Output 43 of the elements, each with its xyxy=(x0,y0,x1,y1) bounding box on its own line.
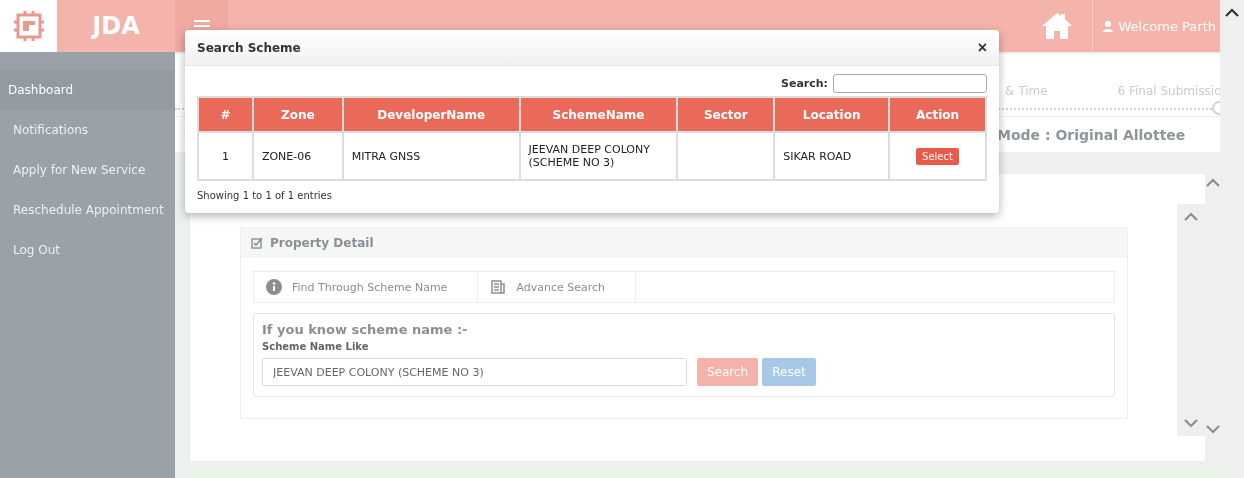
building-icon xyxy=(490,279,507,295)
column-header: # xyxy=(198,97,253,132)
column-header: Action xyxy=(889,97,986,132)
table-cell: MITRA GNSS xyxy=(342,132,520,180)
column-header: SchemeName xyxy=(519,97,678,132)
entries-info: Showing 1 to 1 of 1 entries xyxy=(196,189,333,203)
column-header: DeveloperName xyxy=(342,97,520,132)
brand-name: JDA xyxy=(90,11,141,42)
mode-text: Mode : Original Allottee xyxy=(997,126,1186,143)
column-header: Zone xyxy=(252,97,343,132)
logo-icon xyxy=(13,11,44,41)
column-header: Sector xyxy=(677,97,775,132)
sidebar-item[interactable]: Dashboard xyxy=(0,70,175,110)
column-header: Location xyxy=(774,97,890,132)
checkbox-icon xyxy=(251,237,263,249)
sidebar-item[interactable]: Reschedule Appointment xyxy=(0,190,175,230)
select-button[interactable]: Select xyxy=(916,147,959,165)
sidebar-item[interactable]: Apply for New Service xyxy=(0,150,175,190)
table-cell: ZONE-06 xyxy=(252,132,343,180)
search-field[interactable] xyxy=(833,74,987,93)
search-label: Search: xyxy=(781,77,828,90)
search-tab[interactable]: Find Through Scheme Name xyxy=(292,280,448,294)
table-cell: 1 xyxy=(198,132,253,180)
section-heading: If you know scheme name :- xyxy=(262,322,469,337)
info-icon xyxy=(266,279,282,295)
sidebar-item[interactable]: Notifications xyxy=(0,110,175,150)
search-button[interactable]: Search xyxy=(697,358,759,386)
scroll-up-icon[interactable] xyxy=(1225,8,1239,17)
field-label: Scheme Name Like xyxy=(262,341,370,352)
close-button[interactable]: × xyxy=(977,38,987,57)
dialog-title: Search Scheme xyxy=(197,40,301,55)
sidebar-item[interactable]: Log Out xyxy=(0,230,175,270)
user-icon xyxy=(1102,20,1113,32)
home-icon[interactable] xyxy=(1041,12,1073,40)
card-title: Property Detail xyxy=(270,236,374,250)
search-tab[interactable]: Advance Search xyxy=(516,280,605,294)
scroll-down-icon[interactable] xyxy=(1206,425,1220,434)
reset-button[interactable]: Reset xyxy=(762,358,816,386)
scroll-down-icon[interactable] xyxy=(1184,419,1198,428)
table-cell: SIKAR ROAD xyxy=(774,132,890,180)
scheme-name-field[interactable]: JEEVAN DEEP COLONY (SCHEME NO 3) xyxy=(262,358,687,386)
table-cell: JEEVAN DEEP COLONY (SCHEME NO 3) xyxy=(519,132,678,180)
welcome-text[interactable]: Welcome Parth xyxy=(1118,18,1216,34)
